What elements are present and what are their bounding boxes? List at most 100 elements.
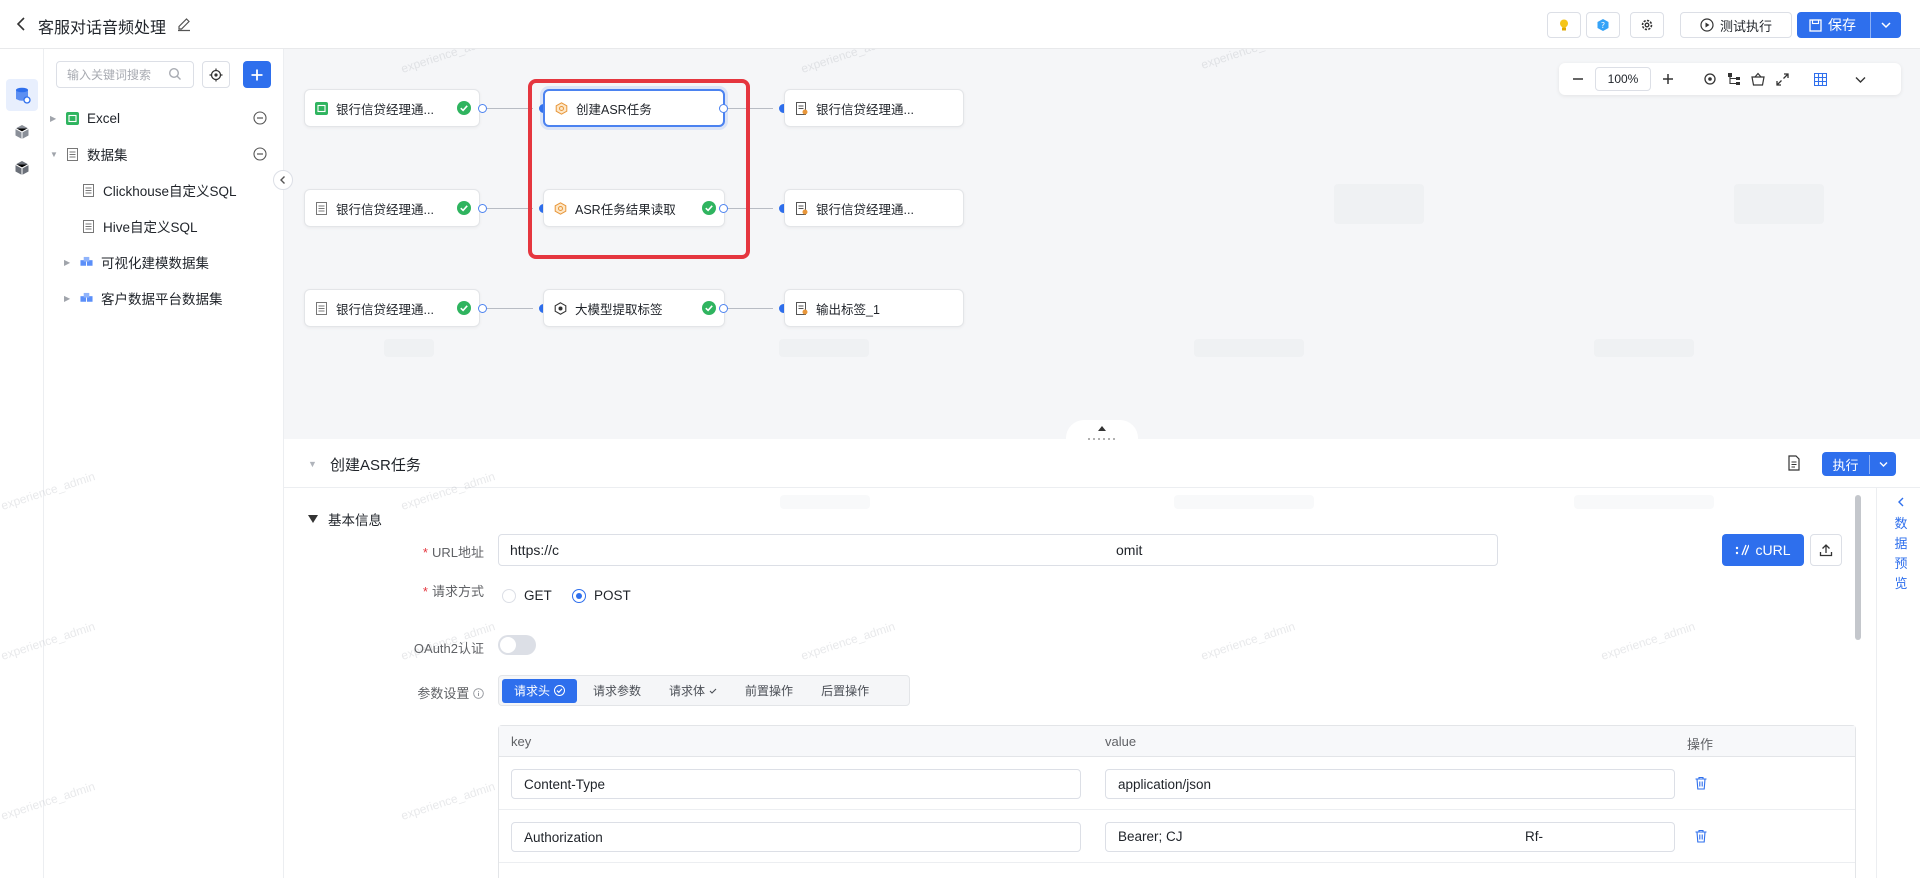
info-icon[interactable] [473,688,484,699]
curl-import-button[interactable]: cURL [1722,534,1804,566]
check-circle-icon [554,685,566,696]
flow-node[interactable]: 银行信贷经理通... [304,189,480,227]
edge [483,308,533,309]
flow-node-selected[interactable]: 创建ASR任务 [543,89,725,127]
header-value-input[interactable] [1105,822,1675,852]
header-value-start: Bearer; CJ [1118,829,1183,844]
caret-right-icon[interactable]: ▶ [64,258,74,267]
header-value-input[interactable] [1105,769,1675,799]
zoom-value[interactable]: 100% [1595,67,1651,91]
node-label: 银行信贷经理通... [816,102,914,117]
edit-title-icon[interactable] [176,16,192,32]
target-icon [1704,73,1716,85]
panel-resize-handle[interactable] [1066,420,1138,446]
tab-request-params[interactable]: 请求参数 [581,679,653,703]
tree-item-label: 数据集 [87,148,128,163]
output-port[interactable] [719,204,728,213]
column-header-key: key [511,734,532,749]
add-button[interactable] [243,61,271,88]
params-field-label: 参数设置 [384,683,484,702]
toolbar-collapse-button[interactable] [1851,70,1869,88]
grid-button[interactable] [1811,70,1829,88]
oauth-toggle[interactable] [498,635,536,655]
url-field-label: * URL地址 [422,545,484,560]
flow-node[interactable]: ASR任务结果读取 [543,189,725,227]
node-label: 大模型提取标签 [575,302,663,317]
caret-down-icon[interactable]: ▼ [50,150,60,159]
trash-icon[interactable] [1694,776,1708,790]
url-input[interactable] [498,534,1498,566]
lightbulb-icon [1560,19,1568,31]
sidebar-collapse-button[interactable] [273,170,293,190]
basket-button[interactable] [1749,70,1767,88]
collapse-group-icon[interactable] [253,111,267,125]
tab-request-body[interactable]: 请求体 [657,679,729,703]
flow-node[interactable]: 银行信贷经理通... [784,189,964,227]
header-key-input[interactable] [511,769,1081,799]
fullscreen-button[interactable] [1773,70,1791,88]
settings-button[interactable] [1630,12,1664,38]
output-port[interactable] [719,104,728,113]
execute-button[interactable]: 执行 [1822,452,1896,476]
tree-item-hive-sql[interactable]: Hive自定义SQL [82,213,198,239]
output-port[interactable] [478,204,487,213]
search-icon[interactable] [168,67,182,81]
tree-item-visual-modeling[interactable]: ▶ 可视化建模数据集 [64,249,209,275]
output-port[interactable] [719,304,728,313]
save-dropdown-button[interactable] [1871,19,1901,31]
data-preview-toggle[interactable]: 数 据 预 览 [1891,497,1911,593]
layout-button[interactable] [1725,70,1743,88]
caret-down-icon [308,515,318,523]
tips-button[interactable] [1547,12,1581,38]
tab-post-operation[interactable]: 后置操作 [809,679,881,703]
rail-components[interactable] [6,152,38,184]
check-icon [709,688,717,694]
method-post-radio[interactable]: POST [572,588,631,603]
flow-node[interactable]: 大模型提取标签 [543,289,725,327]
flow-node[interactable]: 银行信贷经理通... [784,89,964,127]
save-button[interactable]: 保存 [1797,12,1901,38]
tree-item-dataset[interactable]: ▼ 数据集 [50,141,128,167]
node-label: ASR任务结果读取 [575,202,676,217]
tree-item-excel[interactable]: ▶ Excel [50,105,120,131]
edge [723,208,773,209]
fit-view-button[interactable] [1701,70,1719,88]
gear-icon [1641,19,1653,31]
save-label: 保存 [1828,17,1856,33]
flow-node[interactable]: 银行信贷经理通... [304,89,480,127]
zoom-in-button[interactable] [1659,70,1677,88]
document-icon[interactable] [1786,455,1802,471]
locate-button[interactable] [202,61,230,88]
tree-item-clickhouse-sql[interactable]: Clickhouse自定义SQL [82,177,237,203]
rail-datasource[interactable] [6,79,38,111]
caret-right-icon[interactable]: ▶ [64,294,74,303]
caret-right-icon[interactable]: ▶ [50,114,60,123]
trash-icon[interactable] [1694,829,1708,843]
minus-icon [1573,78,1583,80]
test-run-button[interactable]: 测试执行 [1680,12,1792,38]
output-port[interactable] [478,304,487,313]
zoom-out-button[interactable] [1569,70,1587,88]
tab-request-headers[interactable]: 请求头 [502,678,578,703]
collapse-group-icon[interactable] [253,147,267,161]
caret-down-icon[interactable]: ▼ [308,459,317,469]
flow-node[interactable]: 输出标签_1 [784,289,964,327]
section-basic-info[interactable]: 基本信息 [308,509,382,529]
panel-scrollbar[interactable] [1855,495,1861,640]
header-key-input[interactable] [511,822,1081,852]
check-circle-icon [702,201,716,215]
tree-item-cdp-dataset[interactable]: ▶ 客户数据平台数据集 [64,285,223,311]
flow-canvas[interactable]: experience_admin experience_admin experi… [284,49,1920,439]
upload-button[interactable] [1810,534,1842,566]
back-arrow-icon[interactable] [14,16,30,32]
save-icon [1809,18,1822,32]
tab-pre-operation[interactable]: 前置操作 [733,679,805,703]
rail-models[interactable] [6,116,38,148]
execute-dropdown-button[interactable] [1870,459,1896,470]
sql-file-icon [82,183,95,197]
upload-icon [1819,544,1833,557]
help-button[interactable]: ? [1586,12,1620,38]
flow-node[interactable]: 银行信贷经理通... [304,289,480,327]
output-port[interactable] [478,104,487,113]
method-get-radio[interactable]: GET [502,588,552,603]
